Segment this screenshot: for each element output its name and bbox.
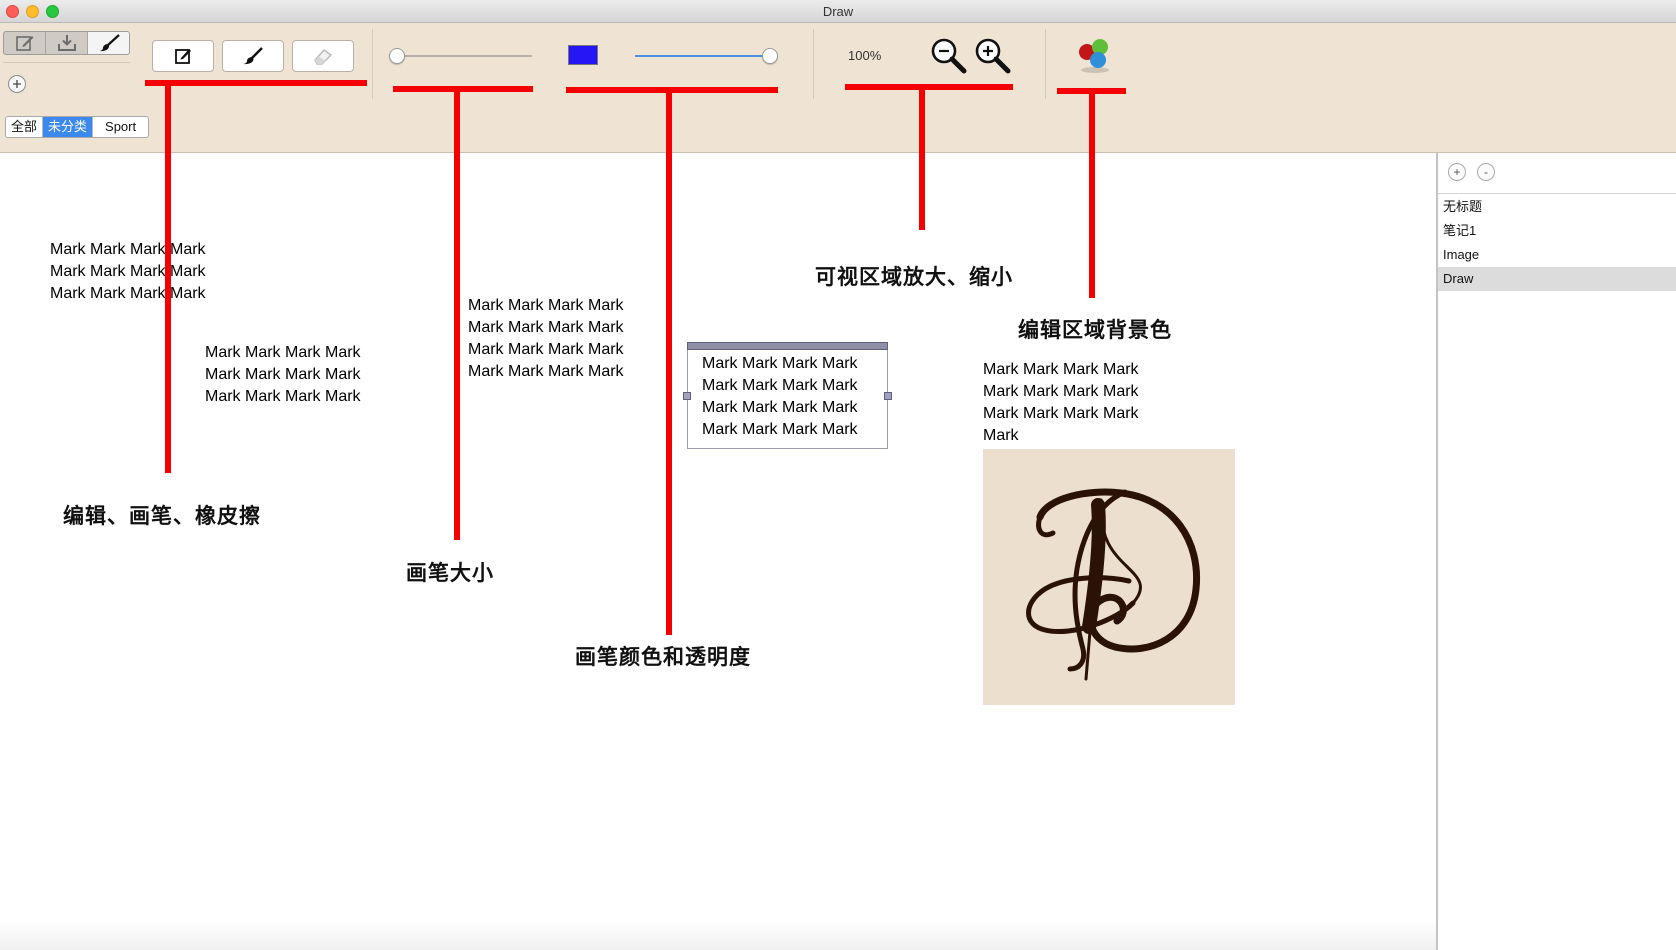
text-block[interactable]: Mark Mark Mark Mark Mark Mark Mark Mark … (468, 295, 624, 383)
zoom-level-text: 100% (848, 48, 882, 63)
drawing-canvas[interactable]: Mark Mark Mark Mark Mark Mark Mark Mark … (0, 80, 1436, 950)
list-item[interactable]: 无标题 (1438, 195, 1676, 219)
toolbar-separator (372, 29, 373, 99)
list-item[interactable]: 笔记1 (1438, 219, 1676, 243)
text-line: Mark Mark Mark Mark (702, 355, 858, 372)
canvas-bottom-shadow (0, 920, 1436, 950)
sidebar-divider (1438, 193, 1676, 194)
eraser-tool-button[interactable] (292, 40, 354, 72)
category-tabs: 全部 未分类 Sport (5, 116, 150, 138)
text-line: Mark Mark Mark Mark (468, 319, 624, 336)
text-line: Mark Mark Mark Mark (468, 363, 624, 380)
annotation-pointer-zoom (919, 84, 925, 230)
annotation-underline-brush-size (393, 86, 533, 92)
annotation-pointer-brush-size (454, 86, 460, 540)
list-item[interactable]: Image (1438, 243, 1676, 267)
brush-tool-button[interactable] (222, 40, 284, 72)
zoom-in-button[interactable] (974, 37, 1012, 75)
export-mode-button[interactable] (46, 32, 88, 54)
text-block[interactable]: Mark Mark Mark Mark Mark Mark Mark Mark … (983, 359, 1139, 447)
add-note-button[interactable]: + (1448, 163, 1466, 181)
text-block[interactable]: Mark Mark Mark Mark Mark Mark Mark Mark … (50, 239, 206, 305)
annotation-underline-tools (145, 80, 367, 86)
text-line: Mark Mark Mark Mark (205, 388, 361, 405)
text-line: Mark Mark Mark Mark (205, 366, 361, 383)
toolbar-separator (813, 29, 814, 99)
note-edit-icon (15, 36, 33, 51)
title-bar: Draw (0, 0, 1676, 23)
annotation-pointer-brush-color (666, 87, 672, 635)
edit-icon (175, 49, 191, 64)
add-button[interactable] (8, 75, 26, 93)
annotation-label-background: 编辑区域背景色 (1018, 317, 1172, 342)
brush-color-well[interactable] (568, 45, 598, 65)
annotation-underline-brush-color (566, 87, 778, 93)
text-line: Mark Mark Mark Mark (50, 241, 206, 258)
toolbar: 100% 全部 未分类 Sport (0, 23, 1676, 153)
text-line: Mark Mark Mark Mark (50, 285, 206, 302)
selected-text-box[interactable]: Mark Mark Mark Mark Mark Mark Mark Mark … (683, 342, 892, 449)
background-color-button[interactable] (1075, 35, 1115, 75)
tab-sport[interactable]: Sport (93, 117, 148, 137)
text-line: Mark Mark Mark Mark (702, 377, 858, 394)
annotation-pointer-tools (165, 83, 171, 473)
paintbrush-icon (99, 34, 120, 52)
annotation-label-zoom: 可视区域放大、缩小 (815, 264, 1013, 289)
text-line: Mark Mark Mark Mark (205, 344, 361, 361)
text-line: Mark Mark Mark Mark (468, 297, 624, 314)
annotation-label-brush-color: 画笔颜色和透明度 (575, 644, 751, 669)
zoom-out-icon (931, 38, 967, 74)
zoom-in-icon (975, 38, 1011, 74)
annotation-label-brush-size: 画笔大小 (406, 560, 494, 585)
tab-all[interactable]: 全部 (6, 117, 44, 137)
letter-d-illustration (1026, 488, 1201, 681)
download-icon (57, 35, 76, 51)
toolbar-divider (3, 62, 130, 63)
toolbar-separator (1045, 29, 1046, 99)
color-palette-icon (1079, 39, 1109, 73)
annotation-label-tools: 编辑、画笔、橡皮擦 (63, 503, 261, 528)
notes-list: 无标题 笔记1 Image Draw (1438, 195, 1676, 291)
brush-icon (244, 47, 263, 65)
zoom-out-button[interactable] (930, 37, 968, 75)
note-mode-button[interactable] (4, 32, 46, 54)
text-line: Mark Mark Mark Mark (702, 399, 858, 416)
text-block[interactable]: Mark Mark Mark Mark Mark Mark Mark Mark … (205, 342, 361, 408)
resize-handle-right[interactable] (884, 392, 892, 400)
eraser-icon (314, 49, 333, 65)
list-item[interactable]: Draw (1438, 267, 1676, 291)
mode-segmented-control (3, 31, 130, 55)
draw-mode-button[interactable] (88, 32, 129, 54)
selection-drag-bar[interactable] (687, 342, 888, 350)
text-line: Mark Mark Mark Mark (983, 405, 1139, 422)
brush-size-knob[interactable] (389, 48, 405, 64)
notes-sidebar: + - 无标题 笔记1 Image Draw (1436, 153, 1676, 950)
brush-opacity-fill (635, 55, 770, 57)
brush-opacity-knob[interactable] (762, 48, 778, 64)
text-line: Mark Mark Mark Mark (468, 341, 624, 358)
text-line: Mark (983, 427, 1019, 444)
resize-handle-left[interactable] (683, 392, 691, 400)
text-block[interactable]: Mark Mark Mark Mark Mark Mark Mark Mark … (702, 353, 858, 441)
annotation-underline-zoom (845, 84, 1013, 90)
text-line: Mark Mark Mark Mark (702, 421, 858, 438)
window-title: Draw (822, 4, 854, 19)
calligraphy-d-image[interactable] (983, 449, 1235, 705)
brush-size-track (397, 55, 532, 57)
text-line: Mark Mark Mark Mark (983, 383, 1139, 400)
text-line: Mark Mark Mark Mark (983, 361, 1139, 378)
annotation-pointer-background (1089, 88, 1095, 298)
edit-tool-button[interactable] (152, 40, 214, 72)
text-line: Mark Mark Mark Mark (50, 263, 206, 280)
remove-note-button[interactable]: - (1477, 163, 1495, 181)
tab-uncategorized[interactable]: 未分类 (43, 117, 94, 137)
plus-icon (13, 80, 21, 88)
